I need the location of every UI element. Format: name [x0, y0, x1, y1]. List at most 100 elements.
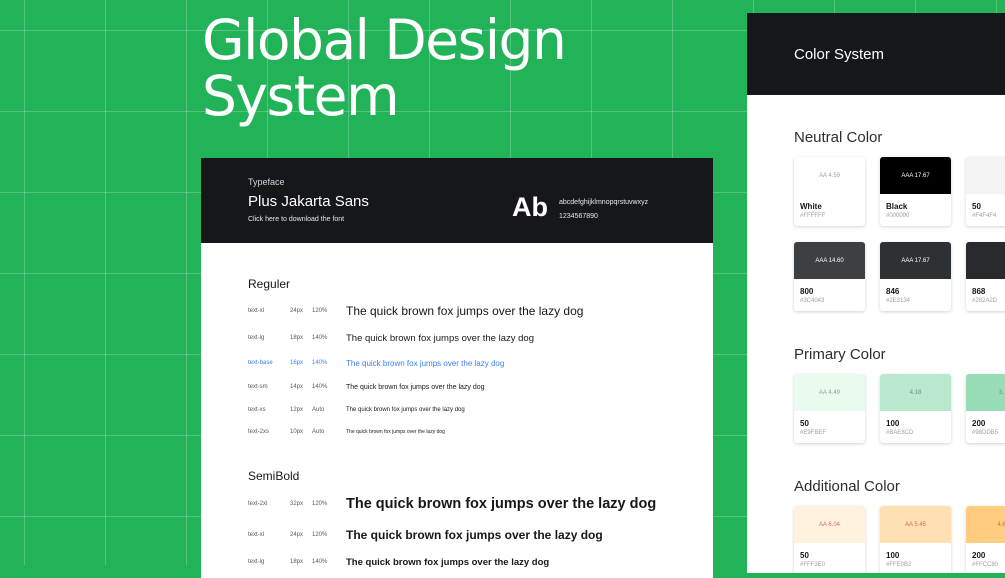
color-system-card: Color System Neutral Color AA 4.59 White…: [747, 13, 1005, 573]
swatch-hex: #FFF3E0: [800, 562, 826, 568]
swatch-name: 100: [886, 551, 900, 560]
type-row-name: text-lg: [248, 335, 265, 341]
color-system-title: Color System: [794, 46, 885, 63]
type-row-sample: The quick brown fox jumps over the lazy …: [346, 496, 657, 512]
type-row-name: text-2xl: [248, 501, 268, 507]
type-row-text-lg: text-lg 18px 140% The quick brown fox ju…: [248, 329, 713, 347]
type-row-name: text-xl: [248, 532, 265, 538]
type-row-line-height: 140%: [312, 360, 328, 366]
type-row-text-sm: text-sm 14px 140% The quick brown fox ju…: [248, 378, 713, 396]
type-row-text-2xs: text-2xs 10px Auto The quick brown fox j…: [248, 423, 713, 441]
swatch-name: White: [800, 202, 822, 211]
type-row-sample: The quick brown fox jumps over the lazy …: [346, 358, 505, 368]
swatch-neutral-50[interactable]: 50 #F4F4F4: [966, 157, 1005, 226]
swatch-fill: AA 4.59: [794, 157, 865, 194]
swatch-name: 868: [972, 287, 986, 296]
type-row-name: text-xs: [248, 407, 266, 413]
swatch-name: 50: [800, 419, 809, 428]
type-row-name: text-base: [248, 360, 273, 366]
type-row-line-height: 120%: [312, 532, 328, 538]
type-row-line-height: Auto: [312, 407, 325, 413]
swatch-neutral-800[interactable]: AAA 14.60 800 #3C4043: [794, 242, 865, 311]
additional-color-title: Additional Color: [794, 478, 900, 495]
typeface-label: Typeface: [248, 177, 285, 187]
type-row-line-height: 140%: [312, 559, 328, 565]
type-row-name: text-sm: [248, 384, 268, 390]
swatch-fill: 3.: [966, 374, 1005, 411]
swatch-fill: AAA 17.67: [880, 157, 951, 194]
regular-section-title: Reguler: [248, 277, 291, 291]
type-row-size: 18px: [290, 559, 304, 565]
type-row-line-height: 120%: [312, 501, 328, 507]
type-row-sample: The quick brown fox jumps over the lazy …: [346, 304, 584, 318]
type-row-sample: The quick brown fox jumps over the lazy …: [346, 528, 603, 542]
type-row-name: text-2xs: [248, 429, 270, 435]
typography-card: Typeface Plus Jakarta Sans Click here to…: [201, 158, 713, 578]
swatch-fill: AA 4.49: [794, 374, 865, 411]
swatch-hex: #BAE8CD: [886, 430, 914, 436]
type-row-line-height: 140%: [312, 335, 328, 341]
swatch-fill: 4.18: [880, 374, 951, 411]
swatch-hex: #F4F4F4: [972, 213, 997, 219]
type-row-size: 16px: [290, 360, 304, 366]
type-row-text-2xl: text-2xl 32px 120% The quick brown fox j…: [248, 495, 713, 513]
primary-color-title: Primary Color: [794, 346, 886, 363]
type-row-text-xl: text-xl 24px 120% The quick brown fox ju…: [248, 302, 713, 320]
swatch-hex: #000000: [886, 213, 910, 219]
type-row-name: text-xl: [248, 308, 265, 314]
font-name: Plus Jakarta Sans: [248, 193, 369, 210]
type-row-name: text-lg: [248, 559, 265, 565]
swatch-hex: #98DDB5: [972, 430, 999, 436]
swatch-additional-200[interactable]: 4.6 200 #FFCC80: [966, 506, 1005, 573]
swatch-neutral-black[interactable]: AAA 17.67 Black #000000: [880, 157, 951, 226]
swatch-fill: [966, 157, 1005, 194]
swatch-name: 846: [886, 287, 900, 296]
hero-title-line-2: System: [202, 64, 400, 128]
type-row-size: 14px: [290, 384, 304, 390]
type-row-size: 12px: [290, 407, 304, 413]
type-row-size: 24px: [290, 308, 304, 314]
font-specimen-ab: Ab: [512, 192, 548, 222]
type-row-size: 10px: [290, 429, 304, 435]
swatch-name: 200: [972, 551, 986, 560]
type-row-line-height: 120%: [312, 308, 328, 314]
typeface-header: Typeface Plus Jakarta Sans Click here to…: [201, 158, 713, 243]
hero-title-line-1: Global Design: [202, 8, 567, 72]
font-numbers: 1234567890: [559, 213, 598, 220]
color-system-header: Color System: [747, 13, 1005, 95]
swatch-name: 200: [972, 419, 986, 428]
type-row-sample: The quick brown fox jumps over the lazy …: [346, 429, 445, 435]
swatch-primary-100[interactable]: 4.18 100 #BAE8CD: [880, 374, 951, 443]
swatch-name: 100: [886, 419, 900, 428]
type-row-sample: The quick brown fox jumps over the lazy …: [346, 407, 465, 413]
hero-title: Global Design System: [202, 8, 567, 128]
download-font-link[interactable]: Click here to download the font: [248, 216, 344, 223]
swatch-hex: #2E3134: [886, 298, 911, 304]
swatch-hex: #FFCC80: [972, 562, 999, 568]
swatch-fill: 4.6: [966, 506, 1005, 543]
swatch-hex: #E9FBEF: [800, 430, 827, 436]
type-row-sample: The quick brown fox jumps over the lazy …: [346, 556, 550, 568]
swatch-hex: #282A2D: [972, 298, 998, 304]
type-row-text-base: text-base 16px 140% The quick brown fox …: [248, 354, 713, 372]
type-row-line-height: 140%: [312, 384, 328, 390]
type-row-sample: The quick brown fox jumps over the lazy …: [346, 383, 485, 391]
swatch-name: 800: [800, 287, 814, 296]
type-row-sample: The quick brown fox jumps over the lazy …: [346, 332, 534, 344]
swatch-neutral-868[interactable]: 868 #282A2D: [966, 242, 1005, 311]
swatch-name: Black: [886, 202, 908, 211]
type-row-line-height: Auto: [312, 429, 325, 435]
swatch-primary-200[interactable]: 3. 200 #98DDB5: [966, 374, 1005, 443]
type-row-text-xl-semibold: text-xl 24px 120% The quick brown fox ju…: [248, 526, 713, 544]
swatch-hex: #FFE0B2: [886, 562, 912, 568]
swatch-neutral-white[interactable]: AA 4.59 White #FFFFFF: [794, 157, 865, 226]
swatch-additional-50[interactable]: AA 6.04 50 #FFF3E0: [794, 506, 865, 573]
font-alphabet: abcdefghijklmnopqrstuvwxyz: [559, 199, 649, 206]
swatch-additional-100[interactable]: AA 5.45 100 #FFE0B2: [880, 506, 951, 573]
swatch-primary-50[interactable]: AA 4.49 50 #E9FBEF: [794, 374, 865, 443]
type-row-size: 24px: [290, 532, 304, 538]
swatch-fill: AA 5.45: [880, 506, 951, 543]
swatch-hex: #FFFFFF: [800, 213, 826, 219]
swatch-neutral-846[interactable]: AAA 17.67 846 #2E3134: [880, 242, 951, 311]
swatch-fill: [966, 242, 1005, 279]
